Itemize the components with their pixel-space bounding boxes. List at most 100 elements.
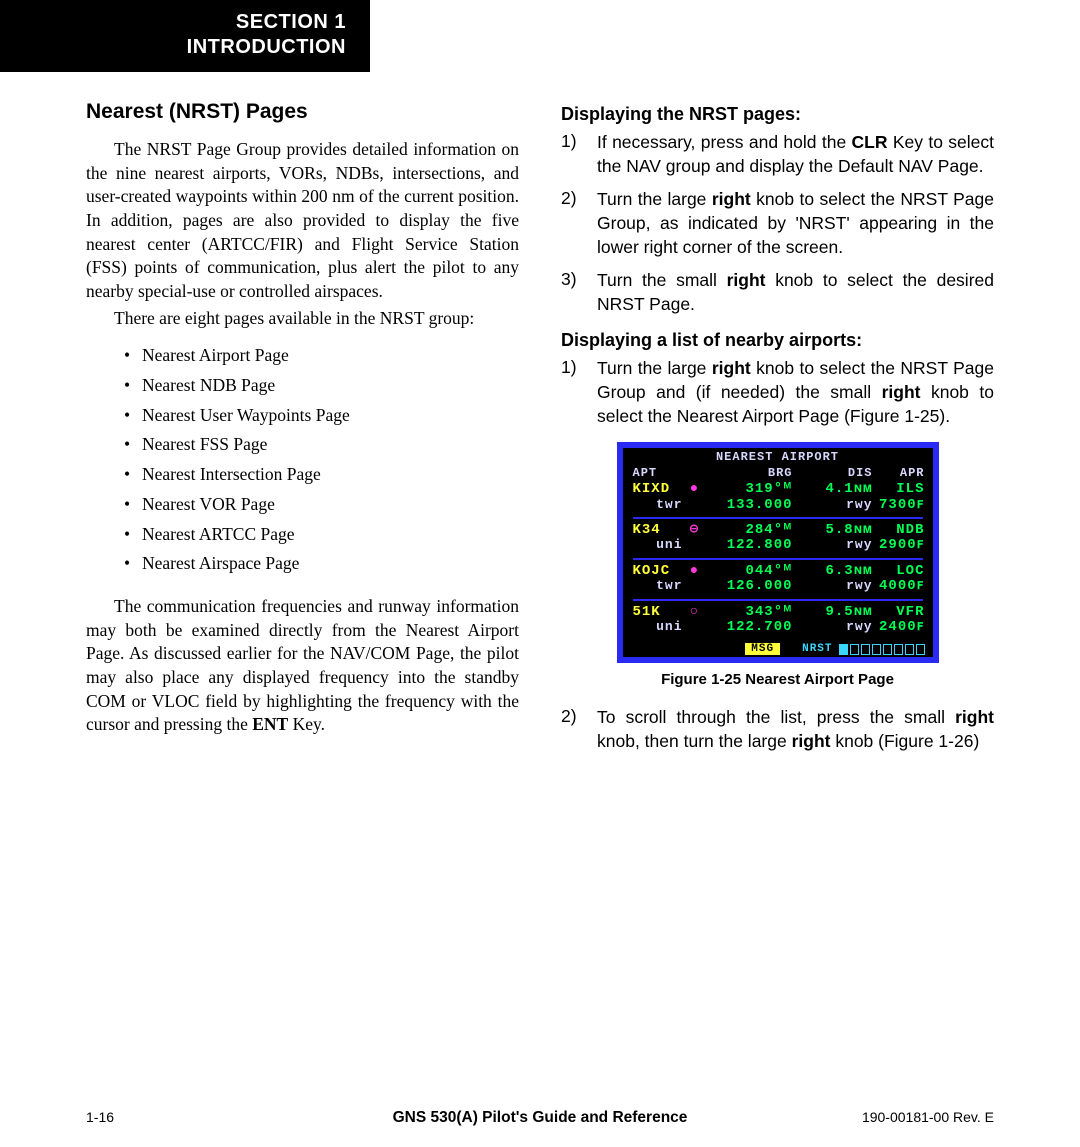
right-heading-b: Displaying a list of nearby airports: <box>561 330 994 351</box>
step-text: Turn the large right knob to select the … <box>597 188 994 259</box>
airport-apr: LOC <box>873 564 925 579</box>
row-divider <box>633 558 923 560</box>
device-rows: KIXD ● 319°ᴹ 4.1ɴᴍ ILS twr · 133.000 rwy… <box>623 482 933 635</box>
page-group-label: NRST <box>802 643 832 655</box>
airport-subrow: uni · 122.800 rwy 2900ꜰ <box>633 538 923 553</box>
list-item: Nearest NDB Page <box>142 371 519 401</box>
airport-subrow: uni · 122.700 rwy 2400ꜰ <box>633 620 923 635</box>
knob-right: right <box>882 382 921 402</box>
figure-caption: Figure 1-25 Nearest Airport Page <box>561 671 994 688</box>
airport-row: 51K ○ 343°ᴹ 9.5ɴᴍ VFR <box>633 605 923 620</box>
key-clr: CLR <box>852 132 888 152</box>
airport-symbol-icon: ● <box>687 482 703 497</box>
col-brg: BRG <box>703 466 793 480</box>
list-item: Nearest FSS Page <box>142 430 519 460</box>
text-run: knob (Figure 1-26) <box>830 731 979 751</box>
manual-page: SECTION 1 INTRODUCTION Nearest (NRST) Pa… <box>0 0 1080 1147</box>
rwy-length: 2900ꜰ <box>873 538 925 553</box>
airport-subrow: twr · 133.000 rwy 7300ꜰ <box>633 498 923 513</box>
airport-apr: VFR <box>873 605 925 620</box>
text-run: Turn the small <box>597 270 727 290</box>
knob-right: right <box>712 358 751 378</box>
airport-row: KOJC ● 044°ᴹ 6.3ɴᴍ LOC <box>633 564 923 579</box>
step-number: 2) <box>561 706 585 753</box>
list-item: Nearest ARTCC Page <box>142 520 519 550</box>
col-apr: APR <box>873 466 925 480</box>
step-item: 1) If necessary, press and hold the CLR … <box>561 131 994 178</box>
airport-id: KOJC <box>633 564 687 579</box>
figure-device: NEAREST AIRPORT APT BRG DIS APR KIXD ● 3… <box>617 442 939 663</box>
list-item: Nearest User Waypoints Page <box>142 401 519 431</box>
airport-dis: 6.3ɴᴍ <box>793 564 873 579</box>
key-ent: ENT <box>252 714 288 734</box>
freq-type: uni <box>633 538 687 552</box>
left-heading: Nearest (NRST) Pages <box>86 100 519 124</box>
text-run: knob, then turn the large <box>597 731 792 751</box>
rwy-label: rwy <box>793 620 873 634</box>
airport-symbol-icon: ○ <box>687 605 703 620</box>
page-footer: 1-16 GNS 530(A) Pilot's Guide and Refere… <box>0 1109 1080 1125</box>
airport-id: KIXD <box>633 482 687 497</box>
msg-indicator: MSG <box>745 643 780 655</box>
col-apt: APT <box>633 466 703 480</box>
step-text: Turn the small right knob to select the … <box>597 269 994 316</box>
device-footer: MSG NRST <box>623 635 933 657</box>
airport-apr: NDB <box>873 523 925 538</box>
right-heading-a: Displaying the NRST pages: <box>561 104 994 125</box>
step-text: To scroll through the list, press the sm… <box>597 706 994 753</box>
page-indicator-icon <box>839 644 925 655</box>
step-item: 1) Turn the large right knob to select t… <box>561 357 994 428</box>
step-number: 3) <box>561 269 585 316</box>
airport-brg: 343°ᴹ <box>703 605 793 620</box>
left-para-1: The NRST Page Group provides detailed in… <box>86 138 519 303</box>
airport-subrow: twr · 126.000 rwy 4000ꜰ <box>633 579 923 594</box>
device-title: NEAREST AIRPORT <box>623 448 933 466</box>
step-item: 2) To scroll through the list, press the… <box>561 706 994 753</box>
airport-symbol-icon: ● <box>687 564 703 579</box>
airport-brg: 319°ᴹ <box>703 482 793 497</box>
step-number: 2) <box>561 188 585 259</box>
col-dis: DIS <box>793 466 873 480</box>
text-run: Turn the large <box>597 358 712 378</box>
doc-title: GNS 530(A) Pilot's Guide and Reference <box>393 1109 688 1127</box>
knob-right: right <box>727 270 766 290</box>
steps-scroll-list: 2) To scroll through the list, press the… <box>561 706 994 753</box>
right-column: Displaying the NRST pages: 1) If necessa… <box>561 100 994 768</box>
step-text: If necessary, press and hold the CLR Key… <box>597 131 994 178</box>
freq-type: uni <box>633 620 687 634</box>
section-header: SECTION 1 INTRODUCTION <box>0 0 370 72</box>
airport-brg: 044°ᴹ <box>703 564 793 579</box>
steps-display-airports: 1) Turn the large right knob to select t… <box>561 357 994 428</box>
step-number: 1) <box>561 357 585 428</box>
list-item: Nearest VOR Page <box>142 490 519 520</box>
list-item: Nearest Airspace Page <box>142 549 519 579</box>
knob-right: right <box>955 707 994 727</box>
freq-type: twr <box>633 498 687 512</box>
rwy-label: rwy <box>793 538 873 552</box>
airport-row: KIXD ● 319°ᴹ 4.1ɴᴍ ILS <box>633 482 923 497</box>
airport-dis: 5.8ɴᴍ <box>793 523 873 538</box>
header-line-2: INTRODUCTION <box>24 35 346 60</box>
rwy-label: rwy <box>793 579 873 593</box>
steps-display-nrst: 1) If necessary, press and hold the CLR … <box>561 131 994 316</box>
airport-id: K34 <box>633 523 687 538</box>
step-text: Turn the large right knob to select the … <box>597 357 994 428</box>
left-column: Nearest (NRST) Pages The NRST Page Group… <box>86 100 519 768</box>
rwy-length: 2400ꜰ <box>873 620 925 635</box>
freq-value: 122.700 <box>703 620 793 635</box>
device-column-headers: APT BRG DIS APR <box>623 466 933 482</box>
rwy-length: 7300ꜰ <box>873 498 925 513</box>
airport-id: 51K <box>633 605 687 620</box>
gps-screen: NEAREST AIRPORT APT BRG DIS APR KIXD ● 3… <box>617 442 939 663</box>
step-item: 2) Turn the large right knob to select t… <box>561 188 994 259</box>
freq-type: twr <box>633 579 687 593</box>
text-run: Turn the large <box>597 189 712 209</box>
freq-value: 122.800 <box>703 538 793 553</box>
airport-row: K34 ⊖ 284°ᴹ 5.8ɴᴍ NDB <box>633 523 923 538</box>
airport-symbol-icon: ⊖ <box>687 523 703 538</box>
airport-dis: 9.5ɴᴍ <box>793 605 873 620</box>
text-run: To scroll through the list, press the sm… <box>597 707 955 727</box>
row-divider <box>633 517 923 519</box>
page-number: 1-16 <box>86 1109 114 1125</box>
freq-value: 133.000 <box>703 498 793 513</box>
